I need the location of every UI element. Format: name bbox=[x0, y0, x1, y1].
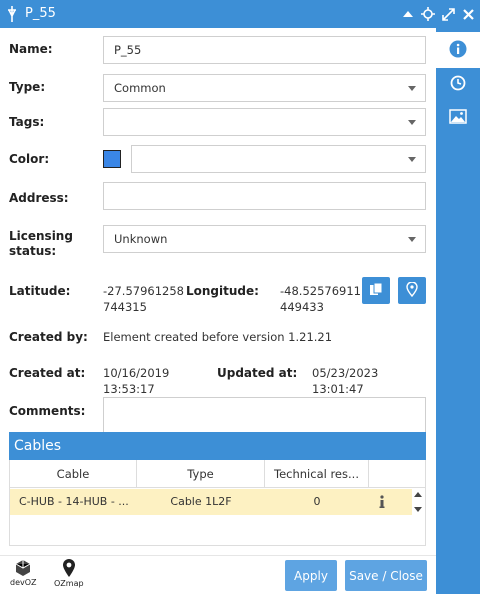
chevron-down-icon bbox=[408, 237, 416, 242]
devoz-logo: devOZ bbox=[10, 559, 37, 587]
created-at-label: Created at: bbox=[9, 366, 86, 380]
longitude-label: Longitude: bbox=[186, 284, 259, 298]
cell-cable: C-HUB - 14-HUB - ... bbox=[19, 495, 129, 508]
comments-label: Comments: bbox=[9, 404, 86, 418]
color-label: Color: bbox=[9, 152, 50, 166]
cell-type: Cable 1L2F bbox=[170, 495, 232, 508]
ozmap-logo: OZmap bbox=[54, 559, 84, 588]
expand-icon[interactable] bbox=[440, 6, 456, 22]
created-at-time: 13:53:17 bbox=[103, 382, 155, 396]
licensing-select-value: Unknown bbox=[114, 232, 168, 246]
cables-section-header: Cables bbox=[9, 432, 426, 460]
tags-label: Tags: bbox=[9, 115, 45, 129]
locate-on-map-button[interactable] bbox=[398, 277, 426, 304]
name-label: Name: bbox=[9, 42, 53, 56]
info-icon bbox=[449, 40, 467, 61]
type-select-value: Common bbox=[114, 81, 166, 95]
tab-history[interactable] bbox=[436, 66, 480, 102]
updated-at-label: Updated at: bbox=[217, 366, 298, 380]
column-header-type[interactable]: Type bbox=[137, 460, 265, 488]
name-input-value: P_55 bbox=[114, 43, 142, 57]
minimize-icon[interactable] bbox=[400, 6, 416, 22]
window-title: P_55 bbox=[25, 6, 56, 21]
licensing-label-line2: status: bbox=[9, 244, 57, 258]
color-swatch[interactable] bbox=[103, 150, 121, 168]
tab-info[interactable] bbox=[436, 32, 480, 68]
locate-icon[interactable] bbox=[420, 6, 436, 22]
address-input[interactable] bbox=[103, 182, 426, 210]
color-select[interactable] bbox=[131, 145, 426, 173]
row-info-icon[interactable] bbox=[378, 493, 392, 519]
licensing-label-line1: Licensing bbox=[9, 229, 73, 243]
properties-panel: Name: P_55 Type: Common Tags: Color: Add… bbox=[0, 28, 436, 594]
cell-technical-reserve: 0 bbox=[313, 495, 321, 508]
licensing-select[interactable]: Unknown bbox=[103, 225, 426, 253]
pin-icon bbox=[6, 6, 20, 22]
created-by-value: Element created before version 1.21.21 bbox=[103, 330, 333, 344]
map-marker-icon bbox=[406, 280, 418, 300]
type-label: Type: bbox=[9, 80, 46, 94]
clock-icon bbox=[450, 75, 466, 94]
column-header-cable[interactable]: Cable bbox=[10, 460, 137, 488]
latitude-value-line2: 744315 bbox=[103, 300, 147, 314]
cables-title: Cables bbox=[14, 438, 62, 454]
chevron-down-icon bbox=[408, 120, 416, 125]
tags-select[interactable] bbox=[103, 108, 426, 136]
longitude-value-line2: 449433 bbox=[280, 300, 324, 314]
column-header-technical-reserve[interactable]: Technical res... bbox=[265, 460, 369, 488]
table-scrollbar[interactable] bbox=[411, 489, 425, 515]
cables-table: Cable Type Technical res... C-HUB - 14-H… bbox=[9, 460, 426, 546]
created-at-date: 10/16/2019 bbox=[103, 366, 170, 380]
type-select[interactable]: Common bbox=[103, 74, 426, 102]
created-by-label: Created by: bbox=[9, 330, 88, 344]
copy-icon bbox=[369, 282, 383, 300]
save-close-button[interactable]: Save / Close bbox=[345, 560, 427, 591]
chevron-down-icon bbox=[408, 157, 416, 162]
table-row[interactable]: C-HUB - 14-HUB - ... Cable 1L2F 0 bbox=[10, 489, 412, 515]
tab-images[interactable] bbox=[436, 100, 480, 136]
longitude-value-line1: -48.52576911 bbox=[280, 284, 361, 298]
latitude-value-line1: -27.57961258 bbox=[103, 284, 184, 298]
window-title-bar: P_55 bbox=[0, 0, 480, 28]
address-label: Address: bbox=[9, 191, 69, 205]
column-header-actions bbox=[369, 460, 425, 488]
close-icon[interactable] bbox=[460, 6, 476, 22]
chevron-down-icon bbox=[408, 86, 416, 91]
latitude-label: Latitude: bbox=[9, 284, 71, 298]
name-input[interactable]: P_55 bbox=[103, 36, 426, 64]
footer-bar: devOZ OZmap Apply Save / Close bbox=[0, 555, 436, 594]
side-tab-bar bbox=[436, 28, 480, 594]
updated-at-time: 13:01:47 bbox=[312, 382, 364, 396]
copy-coordinates-button[interactable] bbox=[362, 277, 390, 304]
updated-at-date: 05/23/2023 bbox=[312, 366, 379, 380]
apply-button[interactable]: Apply bbox=[285, 560, 337, 591]
image-icon bbox=[449, 109, 467, 127]
